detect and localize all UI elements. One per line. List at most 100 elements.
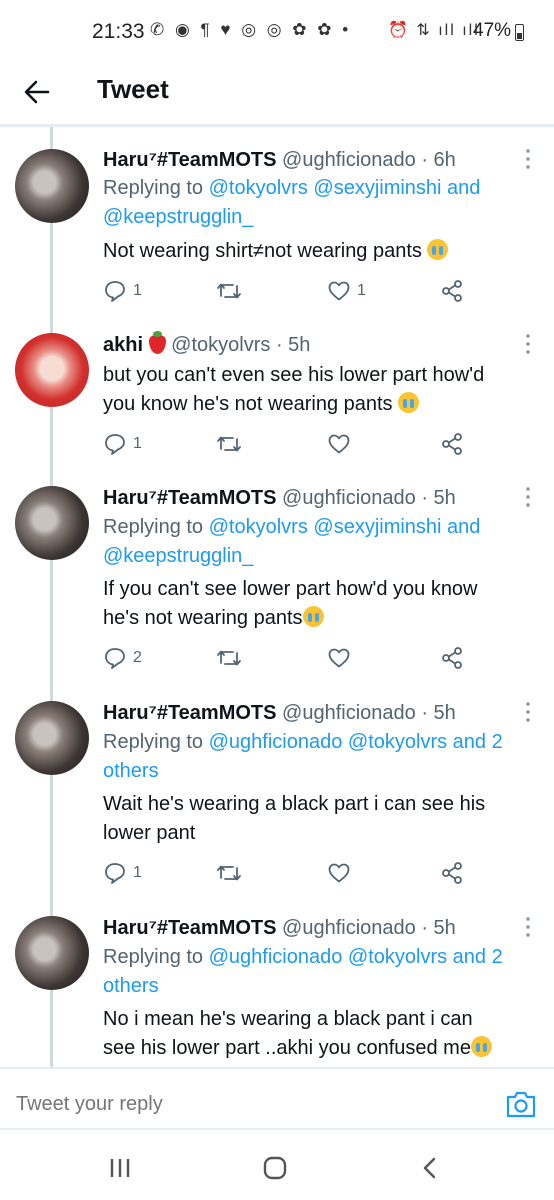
reply-count: 1 xyxy=(133,282,142,299)
heart-icon xyxy=(328,863,350,883)
avatar[interactable] xyxy=(15,149,89,223)
crying-emoji-icon xyxy=(427,239,449,260)
tweet-thread[interactable]: Haru⁷#TeamMOTS @ughficionado · 6h Replyi… xyxy=(0,127,554,1067)
share-icon xyxy=(442,433,462,455)
tweet-actions: 1 xyxy=(103,429,543,459)
display-name[interactable]: Haru⁷#TeamMOTS xyxy=(103,917,276,939)
battery-percent: 47% xyxy=(473,20,512,41)
user-handle[interactable]: @ughficionado xyxy=(282,702,416,724)
user-handle[interactable]: @ughficionado xyxy=(282,917,416,939)
retweet-button[interactable] xyxy=(216,858,242,888)
mention-links[interactable]: @keepstrugglin_ xyxy=(103,545,253,567)
tweet-header: Haru⁷#TeamMOTS @ughficionado · 6h xyxy=(103,149,456,172)
like-button[interactable] xyxy=(327,643,351,673)
mention-links[interactable]: @ughficionado @tokyolvrs and 2 xyxy=(209,731,503,753)
tweet-header: Haru⁷#TeamMOTS @ughficionado · 5h xyxy=(103,702,456,725)
replying-to-label: Replying to xyxy=(103,946,204,968)
arrow-left-icon xyxy=(24,80,50,104)
replying-to: Replying to @ughficionado @tokyolvrs and… xyxy=(103,728,543,786)
mention-links[interactable]: @keepstrugglin_ xyxy=(103,206,253,228)
system-nav-bar xyxy=(0,1137,554,1200)
like-button[interactable] xyxy=(327,429,351,459)
back-button[interactable] xyxy=(18,72,58,112)
mention-links[interactable]: others xyxy=(103,760,159,782)
retweet-icon xyxy=(217,865,241,881)
home-button[interactable] xyxy=(255,1153,295,1183)
display-name[interactable]: Haru⁷#TeamMOTS xyxy=(103,702,276,724)
camera-icon[interactable] xyxy=(505,1089,537,1119)
notification-icons: ✆ ◉ ¶ ♥ ◎ ◎ ✿ ✿ • xyxy=(150,20,352,39)
page-title: Tweet xyxy=(97,74,169,104)
avatar[interactable] xyxy=(15,916,89,990)
tweet-text-line: Wait he's wearing a black part i can see… xyxy=(103,793,486,815)
heart-icon xyxy=(328,434,350,454)
tweet-text-line: you know he's not wearing pants xyxy=(103,393,393,415)
reply-button[interactable]: 1 xyxy=(103,429,142,459)
display-name[interactable]: akhi xyxy=(103,334,143,356)
reply-button[interactable]: 1 xyxy=(103,276,142,306)
replying-to: Replying to @ughficionado @tokyolvrs and… xyxy=(103,943,543,1001)
share-button[interactable] xyxy=(440,276,464,306)
share-icon xyxy=(442,647,462,669)
reply-count: 1 xyxy=(133,864,142,881)
avatar[interactable] xyxy=(15,333,89,407)
tweet-text-line: No i mean he's wearing a black pant i ca… xyxy=(103,1008,473,1030)
chevron-left-icon xyxy=(423,1157,436,1179)
avatar[interactable] xyxy=(15,486,89,560)
like-count: 1 xyxy=(357,282,366,299)
reply-input[interactable] xyxy=(16,1089,486,1119)
home-icon xyxy=(263,1156,287,1180)
retweet-button[interactable] xyxy=(216,429,242,459)
user-handle[interactable]: @tokyolvrs xyxy=(171,334,270,356)
mention-links[interactable]: @tokyolvrs @sexyjiminshi and xyxy=(209,177,481,199)
more-options-icon[interactable] xyxy=(516,147,540,171)
share-button[interactable] xyxy=(440,858,464,888)
share-button[interactable] xyxy=(440,429,464,459)
recent-apps-button[interactable] xyxy=(100,1153,140,1183)
strawberry-emoji-icon xyxy=(148,331,166,354)
more-options-icon[interactable] xyxy=(516,915,540,939)
reply-button[interactable]: 2 xyxy=(103,643,142,673)
avatar[interactable] xyxy=(15,701,89,775)
tweet-actions: 1 1 xyxy=(103,276,543,306)
mention-links[interactable]: @tokyolvrs @sexyjiminshi and xyxy=(209,516,481,538)
crying-emoji-icon xyxy=(398,392,420,413)
reply-count: 1 xyxy=(133,435,142,452)
tweet-text-line: lower pant xyxy=(103,822,196,844)
status-bar: 21:33 ✆ ◉ ¶ ♥ ◎ ◎ ✿ ✿ • ⏰ ⇅ ıll ıll 47% xyxy=(0,0,554,64)
more-options-icon[interactable] xyxy=(516,332,540,356)
tweet-header: Haru⁷#TeamMOTS @ughficionado · 5h xyxy=(103,487,456,510)
tweet-text-line: but you can't even see his lower part ho… xyxy=(103,364,485,386)
mention-links[interactable]: @ughficionado @tokyolvrs and 2 xyxy=(209,946,503,968)
tweet-actions: 1 xyxy=(103,858,543,888)
more-options-icon[interactable] xyxy=(516,485,540,509)
replying-to: Replying to @tokyolvrs @sexyjiminshi and… xyxy=(103,174,543,232)
like-button[interactable] xyxy=(327,858,351,888)
reply-button[interactable]: 1 xyxy=(103,858,142,888)
user-handle[interactable]: @ughficionado xyxy=(282,149,416,171)
reply-count: 2 xyxy=(133,649,142,666)
like-button[interactable]: 1 xyxy=(327,276,366,306)
display-name[interactable]: Haru⁷#TeamMOTS xyxy=(103,149,276,171)
reply-icon xyxy=(105,434,125,455)
tweet-header: akhi @tokyolvrs · 5h xyxy=(103,331,310,357)
retweet-button[interactable] xyxy=(216,276,242,306)
share-button[interactable] xyxy=(440,643,464,673)
mention-links[interactable]: others xyxy=(103,975,159,997)
tweet-text-line: Not wearing shirt≠not wearing pants xyxy=(103,240,422,262)
reply-bar xyxy=(0,1067,554,1137)
crying-emoji-icon xyxy=(302,606,324,627)
user-handle[interactable]: @ughficionado xyxy=(282,487,416,509)
retweet-button[interactable] xyxy=(216,643,242,673)
reply-icon xyxy=(105,281,125,302)
replying-to-label: Replying to xyxy=(103,731,204,753)
reply-icon xyxy=(105,863,125,884)
tweet-text: Wait he's wearing a black part i can see… xyxy=(103,790,543,848)
display-name[interactable]: Haru⁷#TeamMOTS xyxy=(103,487,276,509)
tweet-text-line: If you can't see lower part how'd you kn… xyxy=(103,578,478,600)
reply-icon xyxy=(105,648,125,669)
tweet-header: Haru⁷#TeamMOTS @ughficionado · 5h xyxy=(103,917,456,940)
more-options-icon[interactable] xyxy=(516,700,540,724)
back-nav-button[interactable] xyxy=(410,1153,450,1183)
heart-icon xyxy=(328,648,350,668)
